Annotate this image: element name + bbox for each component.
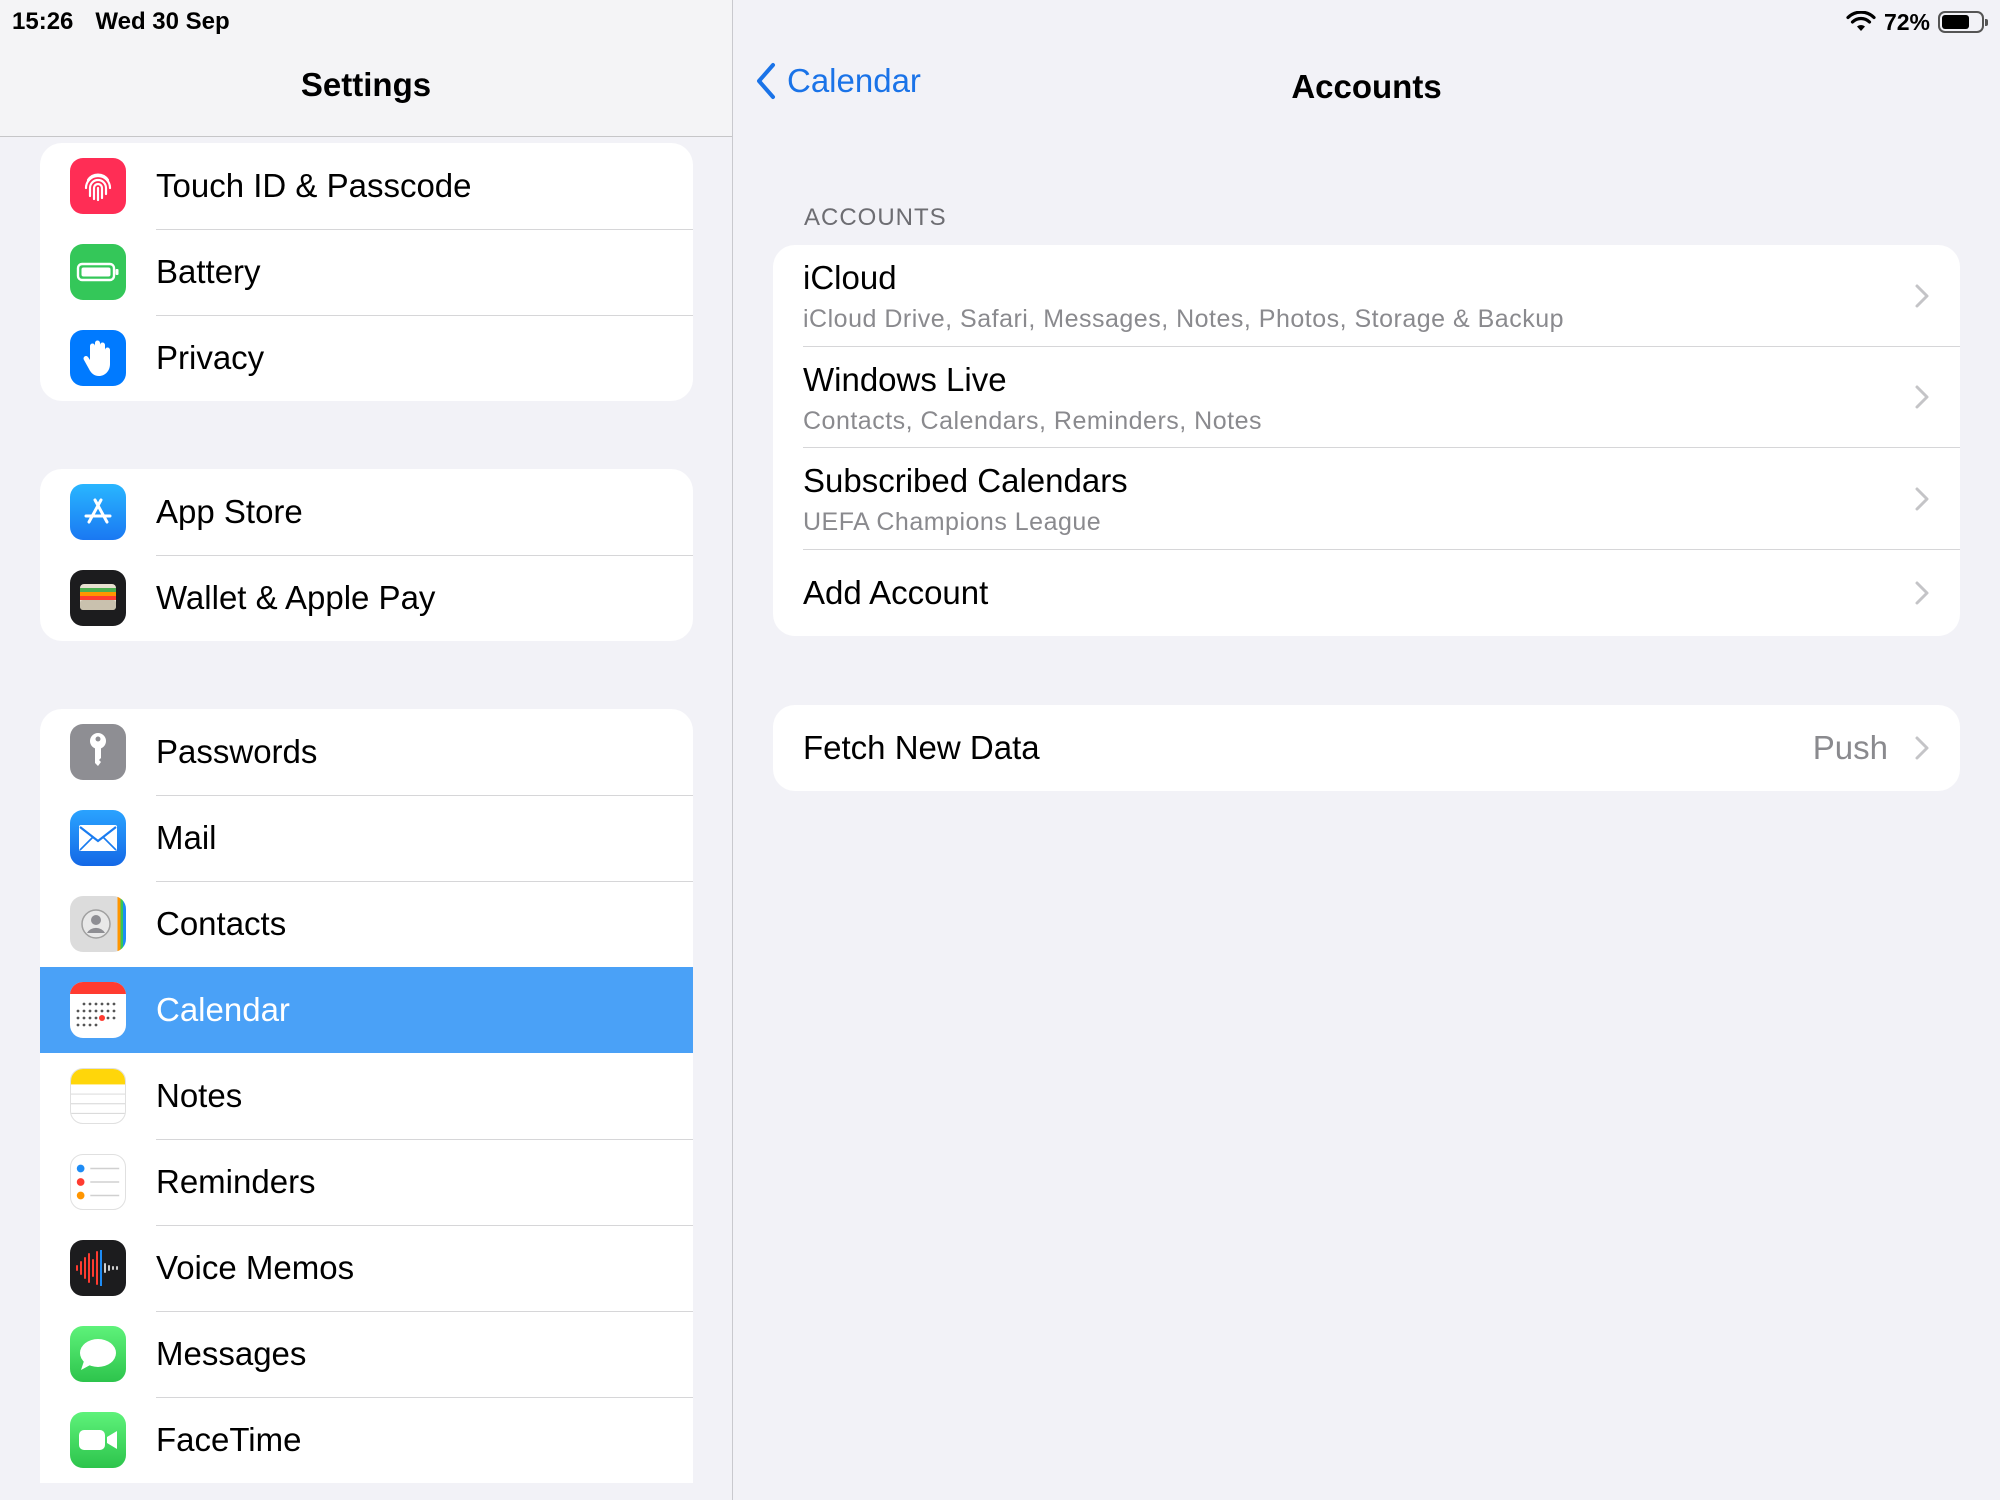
mail-icon xyxy=(70,810,126,866)
sidebar-item-mail[interactable]: Mail xyxy=(40,795,693,882)
calendar-icon xyxy=(70,982,126,1038)
settings-sidebar: Settings Touch ID & Passcode Battery Pri… xyxy=(0,0,733,1500)
chevron-right-icon xyxy=(1915,385,1929,409)
account-title: Add Account xyxy=(803,574,989,611)
sidebar-item-facetime[interactable]: FaceTime xyxy=(40,1397,693,1483)
sidebar-item-label: Contacts xyxy=(156,881,693,968)
wifi-icon xyxy=(1846,11,1876,31)
sidebar-item-label: Battery xyxy=(156,229,693,316)
sidebar-item-label: Messages xyxy=(156,1311,693,1398)
account-subtitle: Contacts, Calendars, Reminders, Notes xyxy=(803,407,1262,435)
sidebar-item-reminders[interactable]: Reminders xyxy=(40,1139,693,1226)
video-camera-icon xyxy=(70,1412,126,1468)
sidebar-item-contacts[interactable]: Contacts xyxy=(40,881,693,968)
sidebar-item-messages[interactable]: Messages xyxy=(40,1311,693,1398)
fingerprint-icon xyxy=(70,158,126,214)
status-time: 15:26 xyxy=(12,8,74,35)
sidebar-item-label: Wallet & Apple Pay xyxy=(156,579,436,616)
sidebar-item-label: Passwords xyxy=(156,709,693,796)
sidebar-item-touch-id[interactable]: Touch ID & Passcode xyxy=(40,143,693,230)
reminders-icon xyxy=(70,1154,126,1210)
account-subtitle: iCloud Drive, Safari, Messages, Notes, P… xyxy=(803,305,1565,333)
hand-icon xyxy=(70,330,126,386)
sidebar-item-label: Mail xyxy=(156,795,693,882)
status-date: Wed 30 Sep xyxy=(95,8,230,35)
contacts-icon xyxy=(70,896,126,952)
sidebar-item-battery[interactable]: Battery xyxy=(40,229,693,316)
sidebar-item-label: FaceTime xyxy=(156,1397,693,1483)
account-title: Windows Live xyxy=(803,361,1007,398)
fetch-new-data-label: Fetch New Data xyxy=(803,729,1040,766)
sidebar-item-calendar[interactable]: Calendar xyxy=(40,967,693,1053)
settings-group-2: App Store Wallet & Apple Pay xyxy=(40,469,693,641)
battery-indicator-icon xyxy=(1938,11,1988,33)
status-bar-left: 15:26 Wed 30 Sep xyxy=(12,4,230,40)
account-title: iCloud xyxy=(803,259,897,296)
chevron-right-icon xyxy=(1915,581,1929,605)
sidebar-item-label: Voice Memos xyxy=(156,1225,693,1312)
settings-group-3: Passwords Mail Contacts Calendar Notes R… xyxy=(40,709,693,1483)
sidebar-item-notes[interactable]: Notes xyxy=(40,1053,693,1140)
accounts-detail-pane: Calendar Accounts ACCOUNTS iCloud iCloud… xyxy=(733,0,2000,1500)
wallet-icon xyxy=(70,570,126,626)
messages-icon xyxy=(70,1326,126,1382)
sidebar-item-label: Touch ID & Passcode xyxy=(156,143,693,230)
sidebar-item-label: Privacy xyxy=(156,339,265,376)
app-store-icon xyxy=(70,484,126,540)
sidebar-item-label: Reminders xyxy=(156,1139,693,1226)
sidebar-title: Settings xyxy=(300,66,432,103)
page-title: Accounts xyxy=(1291,68,1442,105)
account-row-icloud[interactable]: iCloud iCloud Drive, Safari, Messages, N… xyxy=(773,245,1960,347)
account-row-windows-live[interactable]: Windows Live Contacts, Calendars, Remind… xyxy=(773,347,1960,448)
battery-level-fill xyxy=(1942,15,1970,29)
key-icon xyxy=(70,724,126,780)
add-account-button[interactable]: Add Account xyxy=(773,550,1960,636)
sidebar-item-app-store[interactable]: App Store xyxy=(40,469,693,556)
accounts-list: iCloud iCloud Drive, Safari, Messages, N… xyxy=(773,245,1960,636)
status-bar-right: 72% xyxy=(1846,4,1988,40)
sidebar-item-label: Calendar xyxy=(156,990,290,1028)
fetch-settings: Fetch New Data Push xyxy=(773,705,1960,791)
sidebar-item-privacy[interactable]: Privacy xyxy=(40,315,693,401)
chevron-right-icon xyxy=(1915,284,1929,307)
chevron-right-icon xyxy=(1915,736,1929,760)
battery-percent: 72% xyxy=(1883,8,1930,35)
sidebar-item-label: App Store xyxy=(156,469,693,556)
voice-memos-icon xyxy=(70,1240,126,1296)
notes-icon xyxy=(70,1068,126,1124)
settings-group-1: Touch ID & Passcode Battery Privacy xyxy=(40,143,693,401)
fetch-new-data-row[interactable]: Fetch New Data Push xyxy=(773,705,1960,791)
battery-icon xyxy=(70,244,126,300)
chevron-right-icon xyxy=(1915,487,1929,510)
section-header: ACCOUNTS xyxy=(804,204,947,231)
sidebar-item-label: Notes xyxy=(156,1053,693,1140)
account-subtitle: UEFA Champions League xyxy=(803,508,1102,536)
account-row-subscribed-calendars[interactable]: Subscribed Calendars UEFA Champions Leag… xyxy=(773,448,1960,550)
account-title: Subscribed Calendars xyxy=(803,462,1128,499)
fetch-new-data-value: Push xyxy=(1812,729,1888,766)
sidebar-item-passwords[interactable]: Passwords xyxy=(40,709,693,796)
sidebar-item-wallet[interactable]: Wallet & Apple Pay xyxy=(40,555,693,641)
sidebar-item-voice-memos[interactable]: Voice Memos xyxy=(40,1225,693,1312)
